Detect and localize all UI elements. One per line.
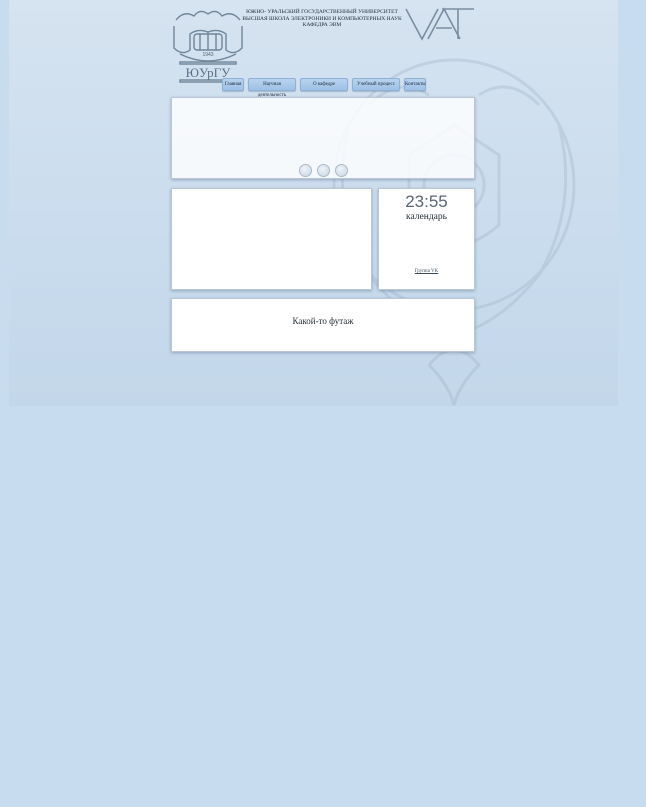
slider-dot-1[interactable]	[299, 164, 312, 177]
nav-item-about[interactable]: О кафедре	[300, 78, 348, 91]
susu-logo-year: 1943	[202, 52, 213, 58]
slider-dot-3[interactable]	[335, 164, 348, 177]
slider-dot-2[interactable]	[317, 164, 330, 177]
clock-display: 23:55	[405, 192, 448, 211]
nav-item-research[interactable]: Научная деятельность	[248, 78, 296, 98]
university-name: ЮЖНО- УРАЛЬСКИЙ ГОСУДАРСТВЕННЫЙ УНИВЕРСИ…	[246, 9, 398, 15]
department-logo-text: VA	[404, 6, 406, 7]
department-logo[interactable]: VA	[404, 6, 476, 42]
nav-item-education[interactable]: Учебный процесс	[352, 78, 400, 91]
university-title: ЮЖНО- УРАЛЬСКИЙ ГОСУДАРСТВЕННЫЙ УНИВЕРСИ…	[242, 9, 402, 29]
sidebar-panel: 23:55 календарь Группа VK	[378, 188, 475, 290]
image-slider	[171, 97, 475, 179]
vk-group-link[interactable]: Группа VK	[379, 269, 474, 274]
footer-panel: Какой-то футаж	[171, 298, 475, 352]
footer-text: Какой-то футаж	[292, 316, 354, 326]
calendar-label: календарь	[406, 212, 447, 222]
nav-item-contacts[interactable]: Контакты	[404, 78, 426, 91]
susu-logo[interactable]: 1943 ЮУрГУ	[170, 6, 246, 84]
site-header: 1943 ЮУрГУ ЮЖНО- УРАЛЬСКИЙ ГОСУДАРСТВЕНН…	[170, 6, 476, 86]
department-name: КАФЕДРА ЭВМ	[302, 22, 342, 28]
nav-item-home[interactable]: Главная	[222, 78, 244, 91]
main-content-panel	[171, 188, 372, 290]
